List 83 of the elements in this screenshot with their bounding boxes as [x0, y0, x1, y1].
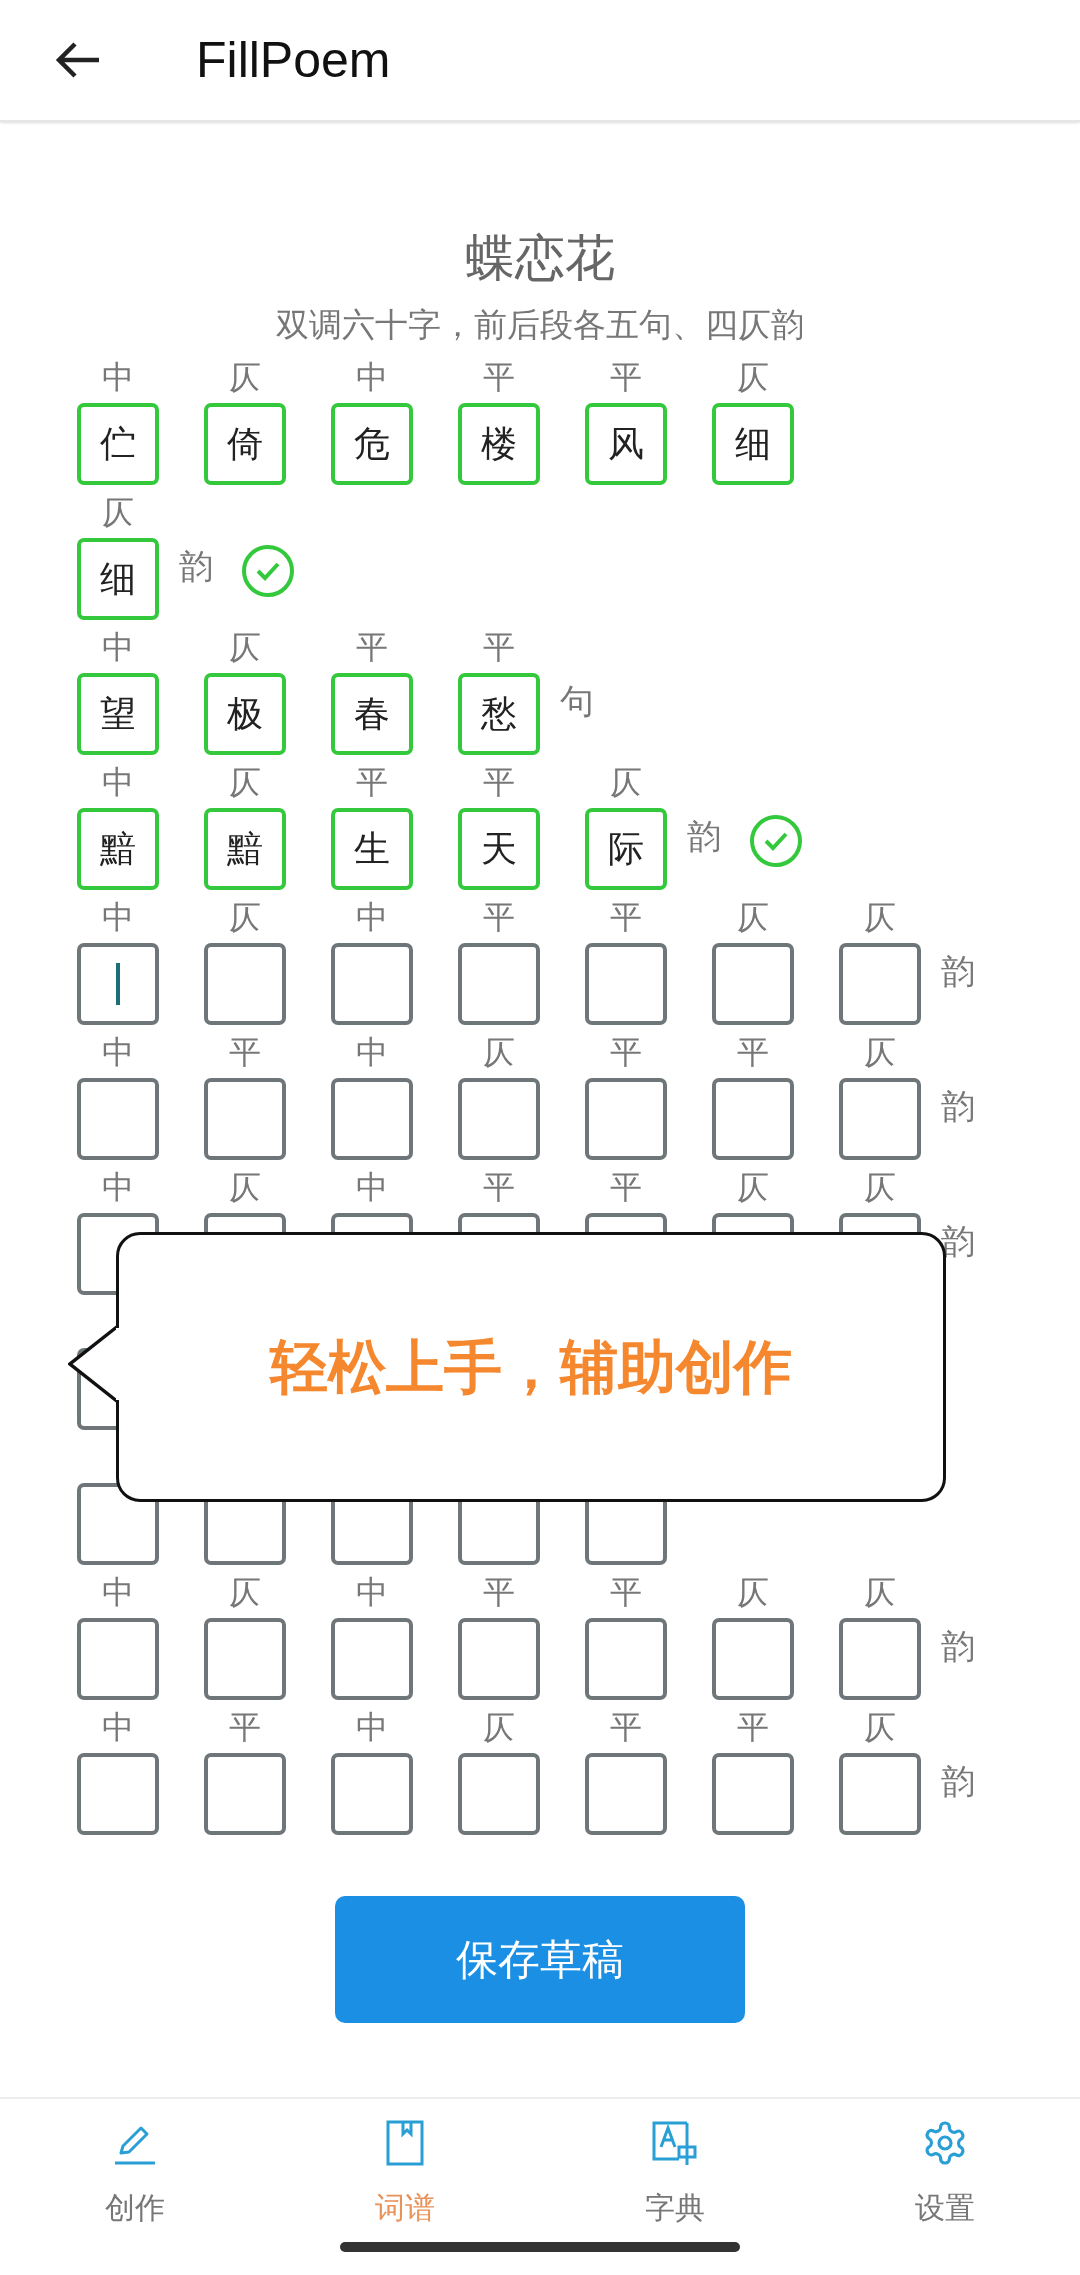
- character-box[interactable]: 楼: [458, 403, 540, 485]
- tone-mark: 平: [483, 629, 515, 665]
- nav-tab[interactable]: 创作: [0, 2099, 270, 2230]
- tone-mark: 仄: [229, 764, 261, 800]
- rhyme-mark: 韵: [941, 951, 975, 991]
- tone-mark: 仄: [483, 1034, 515, 1070]
- tone-mark: 平: [483, 359, 515, 395]
- character-box[interactable]: 天: [458, 808, 540, 890]
- tone-mark: 仄: [483, 1709, 515, 1745]
- tone-mark: 中: [356, 1574, 388, 1610]
- tone-mark: 中: [102, 1709, 134, 1745]
- rhyme-mark: 句: [560, 681, 594, 721]
- character-box[interactable]: 春: [331, 673, 413, 755]
- character-box[interactable]: 倚: [204, 403, 286, 485]
- tooltip-text: 轻松上手，辅助创作: [270, 1331, 792, 1403]
- tone-mark: 平: [610, 1169, 642, 1205]
- tone-mark: 中: [356, 899, 388, 935]
- rhyme-mark: 韵: [941, 1626, 975, 1666]
- tone-mark: 平: [483, 1169, 515, 1205]
- tone-mark: 平: [610, 359, 642, 395]
- tone-mark: 中: [102, 764, 134, 800]
- tone-mark: 中: [356, 1169, 388, 1205]
- tone-mark: 中: [356, 1709, 388, 1745]
- tone-mark: 中: [102, 629, 134, 665]
- tone-mark: 平: [356, 764, 388, 800]
- tone-mark: 中: [102, 1574, 134, 1610]
- tone-mark: 仄: [864, 1574, 896, 1610]
- tone-mark: 仄: [229, 359, 261, 395]
- tone-mark: 仄: [229, 1169, 261, 1205]
- nav-tab[interactable]: 设置: [810, 2099, 1080, 2230]
- tone-mark: 平: [610, 1709, 642, 1745]
- tone-mark: 仄: [737, 1169, 769, 1205]
- tone-mark: 平: [229, 1034, 261, 1070]
- tone-mark: 平: [610, 1034, 642, 1070]
- character-box[interactable]: 黯: [204, 808, 286, 890]
- rhyme-mark: 韵: [941, 1221, 975, 1261]
- tone-mark: 中: [356, 1034, 388, 1070]
- tone-mark: 平: [737, 1034, 769, 1070]
- tone-mark: 中: [102, 1034, 134, 1070]
- tone-mark: 中: [356, 359, 388, 395]
- app-title: FillPoem: [196, 30, 391, 90]
- tone-mark: 仄: [737, 1574, 769, 1610]
- tone-mark: 仄: [610, 764, 642, 800]
- rhyme-mark: 韵: [941, 1086, 975, 1126]
- tone-mark: 仄: [229, 899, 261, 935]
- tone-mark: 仄: [737, 359, 769, 395]
- tone-mark: 中: [102, 899, 134, 935]
- character-box[interactable]: 际: [585, 808, 667, 890]
- character-box[interactable]: 黯: [77, 808, 159, 890]
- character-box[interactable]: 细: [712, 403, 794, 485]
- tone-mark: 仄: [864, 1169, 896, 1205]
- tone-mark: 仄: [102, 494, 134, 530]
- character-box[interactable]: 细: [77, 538, 159, 620]
- tone-mark: 平: [737, 1709, 769, 1745]
- tone-mark: 仄: [864, 899, 896, 935]
- tone-mark: 平: [483, 899, 515, 935]
- tone-mark: 平: [610, 1574, 642, 1610]
- tone-mark: 仄: [864, 1709, 896, 1745]
- rhyme-mark: 韵: [179, 546, 213, 586]
- poem-title: 蝶恋花: [465, 228, 615, 288]
- tone-mark: 平: [610, 899, 642, 935]
- tone-mark: 平: [483, 764, 515, 800]
- tone-mark: 平: [229, 1709, 261, 1745]
- tone-mark: 仄: [737, 899, 769, 935]
- tone-mark: 平: [356, 629, 388, 665]
- character-box[interactable]: 伫: [77, 403, 159, 485]
- back-arrow-icon[interactable]: [55, 40, 101, 80]
- tone-mark: 中: [102, 359, 134, 395]
- nav-tab[interactable]: 字典: [540, 2099, 810, 2230]
- character-box[interactable]: 愁: [458, 673, 540, 755]
- rhyme-mark: 韵: [941, 1761, 975, 1801]
- tone-mark: 平: [483, 1574, 515, 1610]
- character-box[interactable]: 极: [204, 673, 286, 755]
- poem-description: 双调六十字，前后段各五句、四仄韵: [276, 304, 804, 346]
- character-box[interactable]: 风: [585, 403, 667, 485]
- tone-mark: 中: [102, 1169, 134, 1205]
- character-box[interactable]: 危: [331, 403, 413, 485]
- character-box[interactable]: 望: [77, 673, 159, 755]
- rhyme-mark: 韵: [687, 816, 721, 856]
- tone-mark: 仄: [229, 1574, 261, 1610]
- tone-mark: 仄: [229, 629, 261, 665]
- character-box[interactable]: 生: [331, 808, 413, 890]
- tone-mark: 仄: [864, 1034, 896, 1070]
